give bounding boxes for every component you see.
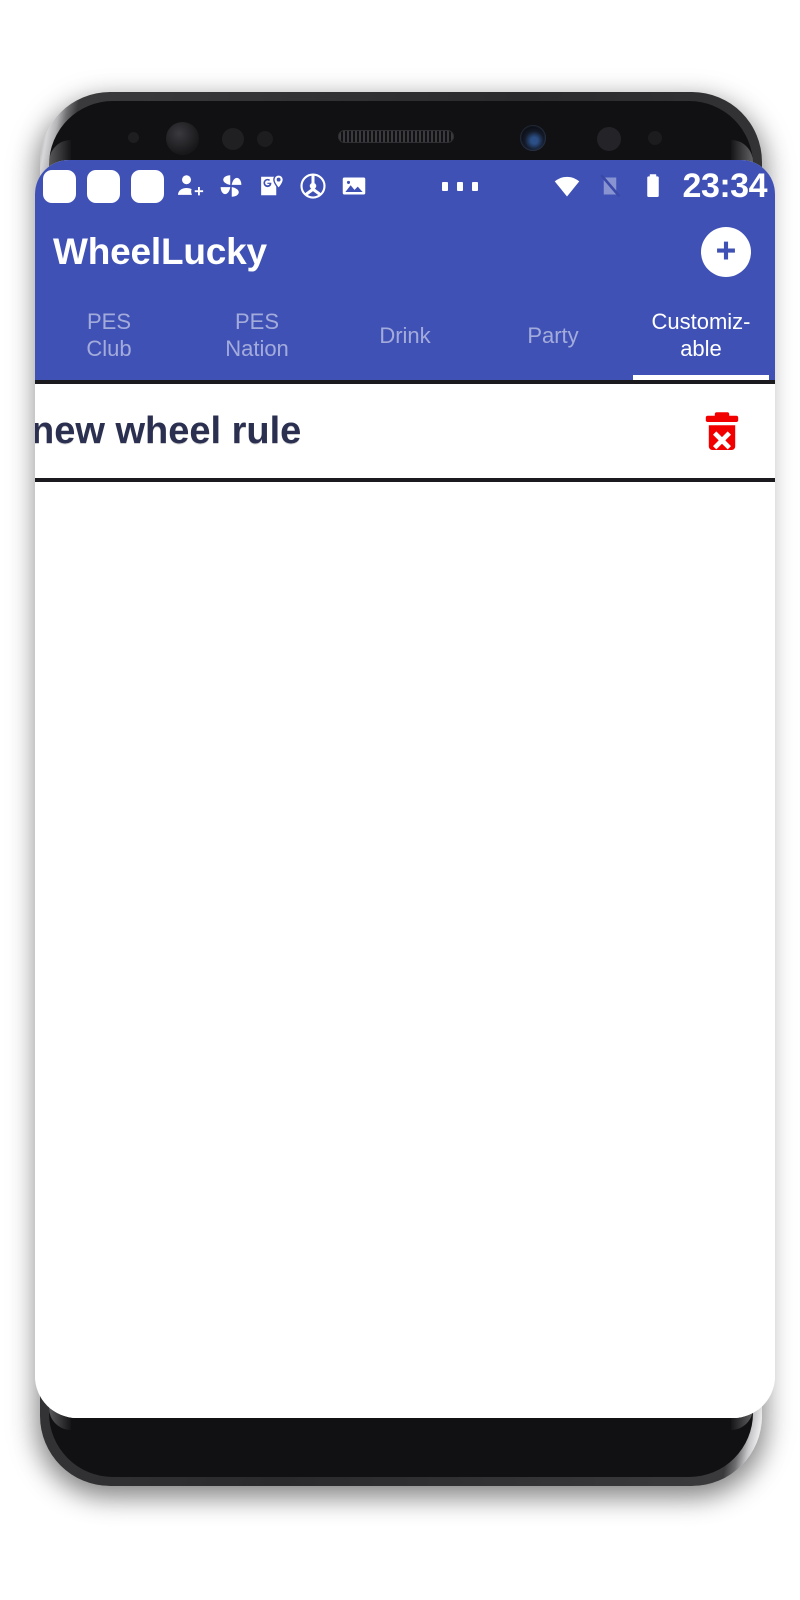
tab-drink[interactable]: Drink [331, 292, 479, 380]
screenshot-stage: 23:34 WheelLucky PES Club PES Nation Dri… [0, 0, 800, 1600]
app-title: WheelLucky [53, 231, 267, 272]
table-row[interactable]: new wheel rule [35, 384, 775, 478]
tertiary-sensor-icon [648, 131, 662, 145]
proximity-sensor-icon [128, 132, 139, 143]
wheel-rule-name: new wheel rule [35, 409, 302, 452]
tab-label-stack: Customiz- able [651, 309, 750, 363]
led-indicator-icon [257, 131, 273, 147]
secondary-sensor-icon [597, 127, 621, 151]
status-bar-clock: 23:34 [682, 167, 768, 205]
gallery-image-icon [339, 171, 369, 201]
tab-label-line1: PES [86, 309, 132, 335]
notification-placeholder-icon [131, 169, 164, 203]
status-bar-notification-area [43, 169, 369, 203]
delete-wheel-rule-button[interactable] [695, 404, 749, 458]
front-camera-icon [520, 125, 546, 151]
wifi-icon [552, 171, 582, 201]
tab-label: Party [527, 322, 579, 348]
tab-customizable[interactable]: Customiz- able [627, 292, 775, 380]
steering-wheel-icon [298, 171, 328, 201]
app-bar: WheelLucky [35, 212, 775, 292]
notification-placeholder-icon [43, 169, 76, 203]
more-notifications-dots-icon [442, 181, 479, 191]
list-divider-bottom [35, 478, 775, 482]
status-bar-system-area: 23:34 [552, 169, 769, 203]
phone-screen: 23:34 WheelLucky PES Club PES Nation Dri… [35, 160, 775, 1418]
status-bar: 23:34 [35, 160, 775, 212]
person-add-icon [175, 171, 205, 201]
tab-pes-nation[interactable]: PES Nation [183, 292, 331, 380]
tab-label-stack: PES Club [86, 309, 131, 363]
tab-pes-club[interactable]: PES Club [35, 292, 183, 380]
plus-icon [710, 236, 742, 268]
tab-party[interactable]: Party [479, 292, 627, 380]
tab-label-stack: PES Nation [225, 309, 289, 363]
tab-label-line1: PES [234, 309, 280, 335]
tab-label-line2: Nation [225, 336, 289, 361]
iris-scanner-icon [166, 122, 199, 155]
tab-label-line1: Customiz- [651, 309, 751, 335]
add-wheel-button[interactable] [701, 227, 751, 277]
maps-location-icon [257, 171, 287, 201]
tab-label-line2: able [680, 336, 722, 361]
pinwheel-photos-icon [216, 171, 246, 201]
notification-placeholder-icon [87, 169, 120, 203]
no-sim-signal-icon [595, 171, 625, 201]
tab-label-line2: Club [86, 336, 132, 361]
trash-delete-icon [698, 407, 746, 455]
tab-bar: PES Club PES Nation Drink Party Customiz… [35, 292, 775, 380]
tab-label: Drink [379, 322, 431, 348]
earpiece-speaker-icon [338, 130, 454, 143]
wheel-rule-list: new wheel rule [35, 380, 775, 1418]
light-sensor-icon [222, 128, 244, 150]
status-bar-overflow-area [369, 181, 552, 191]
battery-icon [638, 171, 668, 201]
